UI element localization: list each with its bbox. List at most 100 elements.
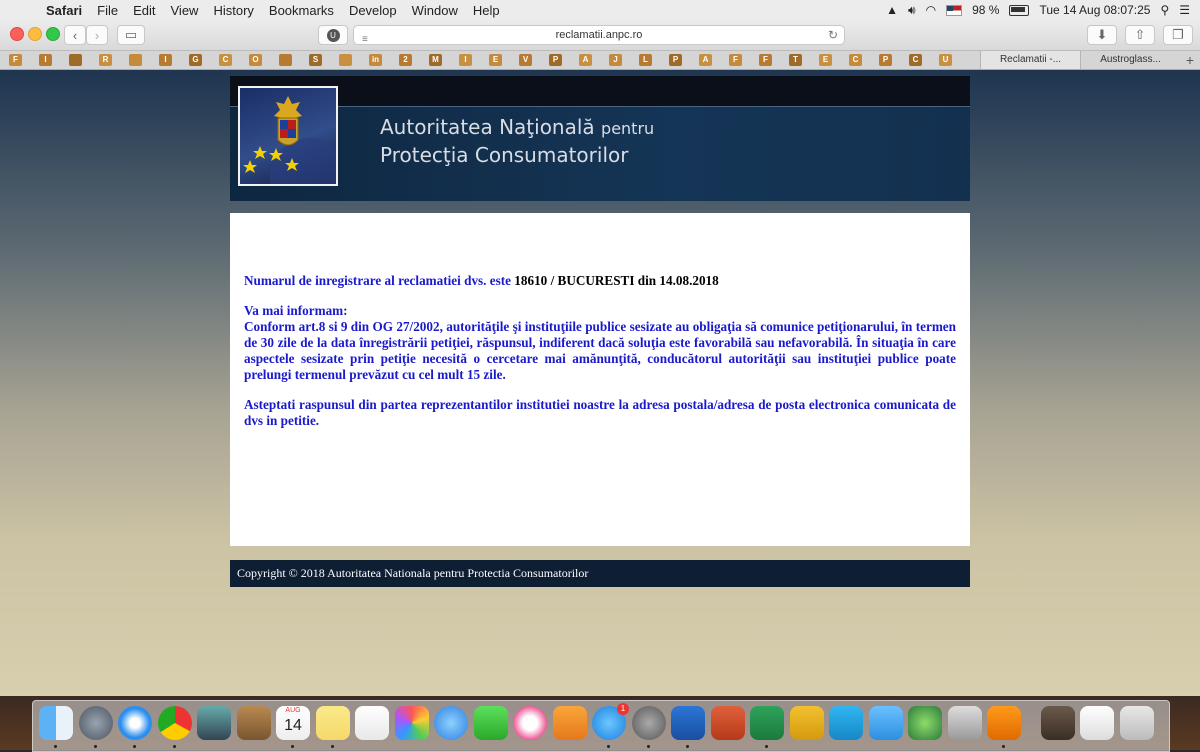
notification-center-icon[interactable]: ☰ [1179,3,1190,17]
bookmark-item[interactable]: O [249,54,262,66]
bookmark-item[interactable]: G [189,54,202,66]
outlook-dock-icon[interactable] [789,706,824,740]
menu-window[interactable]: Window [412,3,458,18]
photos-dock-icon[interactable] [394,706,429,740]
excel-dock-icon[interactable] [750,706,784,740]
sidebar-toggle-button[interactable]: ▭ [117,25,145,45]
reminders-dock-icon[interactable] [355,706,389,740]
reader-icon[interactable]: ≡ [362,31,368,49]
wifi-icon[interactable]: ◠ [926,3,936,17]
trash-dock-icon[interactable] [1119,706,1154,740]
bookmark-item[interactable]: F [759,54,772,66]
running-indicator [765,745,768,748]
new-tab-button[interactable]: + [1186,51,1194,69]
bookmark-item[interactable]: A [699,54,712,66]
menu-view[interactable]: View [171,3,199,18]
menu-safari[interactable]: Safari [46,3,82,18]
menu-develop[interactable]: Develop [349,3,397,18]
bookmark-item[interactable]: P [669,54,682,66]
powerpoint-dock-icon[interactable] [710,706,745,740]
volume-icon[interactable]: 🔊︎ [908,3,916,18]
input-source-flag-icon[interactable] [946,4,963,16]
app-store-dock-icon[interactable]: 1 [592,703,629,740]
bookmark-item[interactable]: U [939,54,952,66]
zoom-window-button[interactable] [46,27,60,41]
bookmark-item[interactable]: E [489,54,502,66]
bookmark-item[interactable] [339,54,352,66]
running-indicator [133,745,136,748]
menu-bookmarks[interactable]: Bookmarks [269,3,334,18]
back-button[interactable]: ‹ [64,25,86,45]
bookmark-item[interactable]: L [639,54,652,66]
spotlight-icon[interactable]: ⚲ [1160,3,1169,17]
messenger-dock-icon[interactable] [868,706,903,740]
bookmark-item[interactable]: 2 [399,54,412,66]
calendar-dock-icon[interactable]: AUG 14 [276,706,310,740]
bookmark-item[interactable]: I [39,54,52,66]
network-dock-icon[interactable] [908,706,942,740]
documents-dock-icon[interactable] [1040,706,1075,740]
ibooks-dock-icon[interactable] [552,706,587,740]
minimize-window-button[interactable] [28,27,42,41]
chrome-dock-icon[interactable] [157,706,192,740]
contacts-dock-icon[interactable] [236,706,271,740]
battery-percent[interactable]: 98 % [972,3,999,17]
word-dock-icon[interactable] [671,706,705,740]
clock[interactable]: Tue 14 Aug 08:07:25 [1039,3,1150,17]
forward-button[interactable]: › [86,25,108,45]
system-preferences-dock-icon[interactable] [631,706,666,740]
bookmark-item[interactable]: A [579,54,592,66]
bookmark-item[interactable]: in [369,54,382,66]
bookmark-item[interactable]: F [9,54,22,66]
bookmark-item[interactable]: E [819,54,832,66]
vlc-status-icon[interactable]: ▲ [886,3,898,17]
bookmark-item[interactable]: J [609,54,622,66]
menu-file[interactable]: File [97,3,118,18]
tab-overview-button[interactable]: ❐ [1163,25,1193,45]
dock: AUG 14 1 [32,700,1170,752]
battery-icon[interactable] [1009,4,1030,16]
messages-dock-icon[interactable] [434,706,468,740]
menu-edit[interactable]: Edit [133,3,155,18]
chicken-dock-icon[interactable] [947,706,982,740]
finder-dock-icon[interactable] [39,706,73,740]
bookmark-item[interactable]: I [459,54,472,66]
downloads-button[interactable]: ⬇ [1087,25,1117,45]
copyright-text: Copyright © 2018 Autoritatea Nationala p… [237,566,589,580]
close-window-button[interactable] [10,27,24,41]
safari-dock-icon[interactable] [118,706,152,740]
menu-history[interactable]: History [213,3,253,18]
bookmark-item[interactable]: F [729,54,742,66]
tab-austroglass[interactable]: Austroglass... [1080,51,1180,69]
bookmark-item[interactable]: V [519,54,532,66]
preview-dock-icon[interactable] [197,706,231,740]
bookmark-item[interactable]: C [909,54,922,66]
itunes-dock-icon[interactable] [513,706,547,740]
ublock-button[interactable]: U [318,25,348,45]
menu-help[interactable]: Help [473,3,500,18]
bookmark-item[interactable]: R [99,54,112,66]
bookmark-item[interactable]: P [549,54,562,66]
address-bar[interactable]: ≡ reclamatii.anpc.ro ↻ [353,25,845,45]
bookmark-item[interactable]: S [309,54,322,66]
facetime-dock-icon[interactable] [473,706,508,740]
site-footer: Copyright © 2018 Autoritatea Nationala p… [230,560,970,587]
tab-reclamatii[interactable]: Reclamatii -... [980,51,1080,69]
bookmark-item[interactable]: C [849,54,862,66]
reload-icon[interactable]: ↻ [828,26,838,44]
share-button[interactable]: ⇧ [1125,25,1155,45]
bookmark-item[interactable] [129,54,142,66]
bookmark-item[interactable]: I [159,54,172,66]
bookmark-item[interactable] [279,54,292,66]
bookmark-item[interactable] [69,54,82,66]
notes-dock-icon[interactable] [315,706,350,740]
chrome-app-dock-icon[interactable] [1080,706,1114,740]
skype-dock-icon[interactable] [829,706,863,740]
running-indicator [54,745,57,748]
launchpad-dock-icon[interactable] [78,706,113,740]
bookmark-item[interactable]: P [879,54,892,66]
bookmark-item[interactable]: T [789,54,802,66]
bookmark-item[interactable]: C [219,54,232,66]
bookmark-item[interactable]: M [429,54,442,66]
vlc-dock-icon[interactable] [987,706,1021,740]
